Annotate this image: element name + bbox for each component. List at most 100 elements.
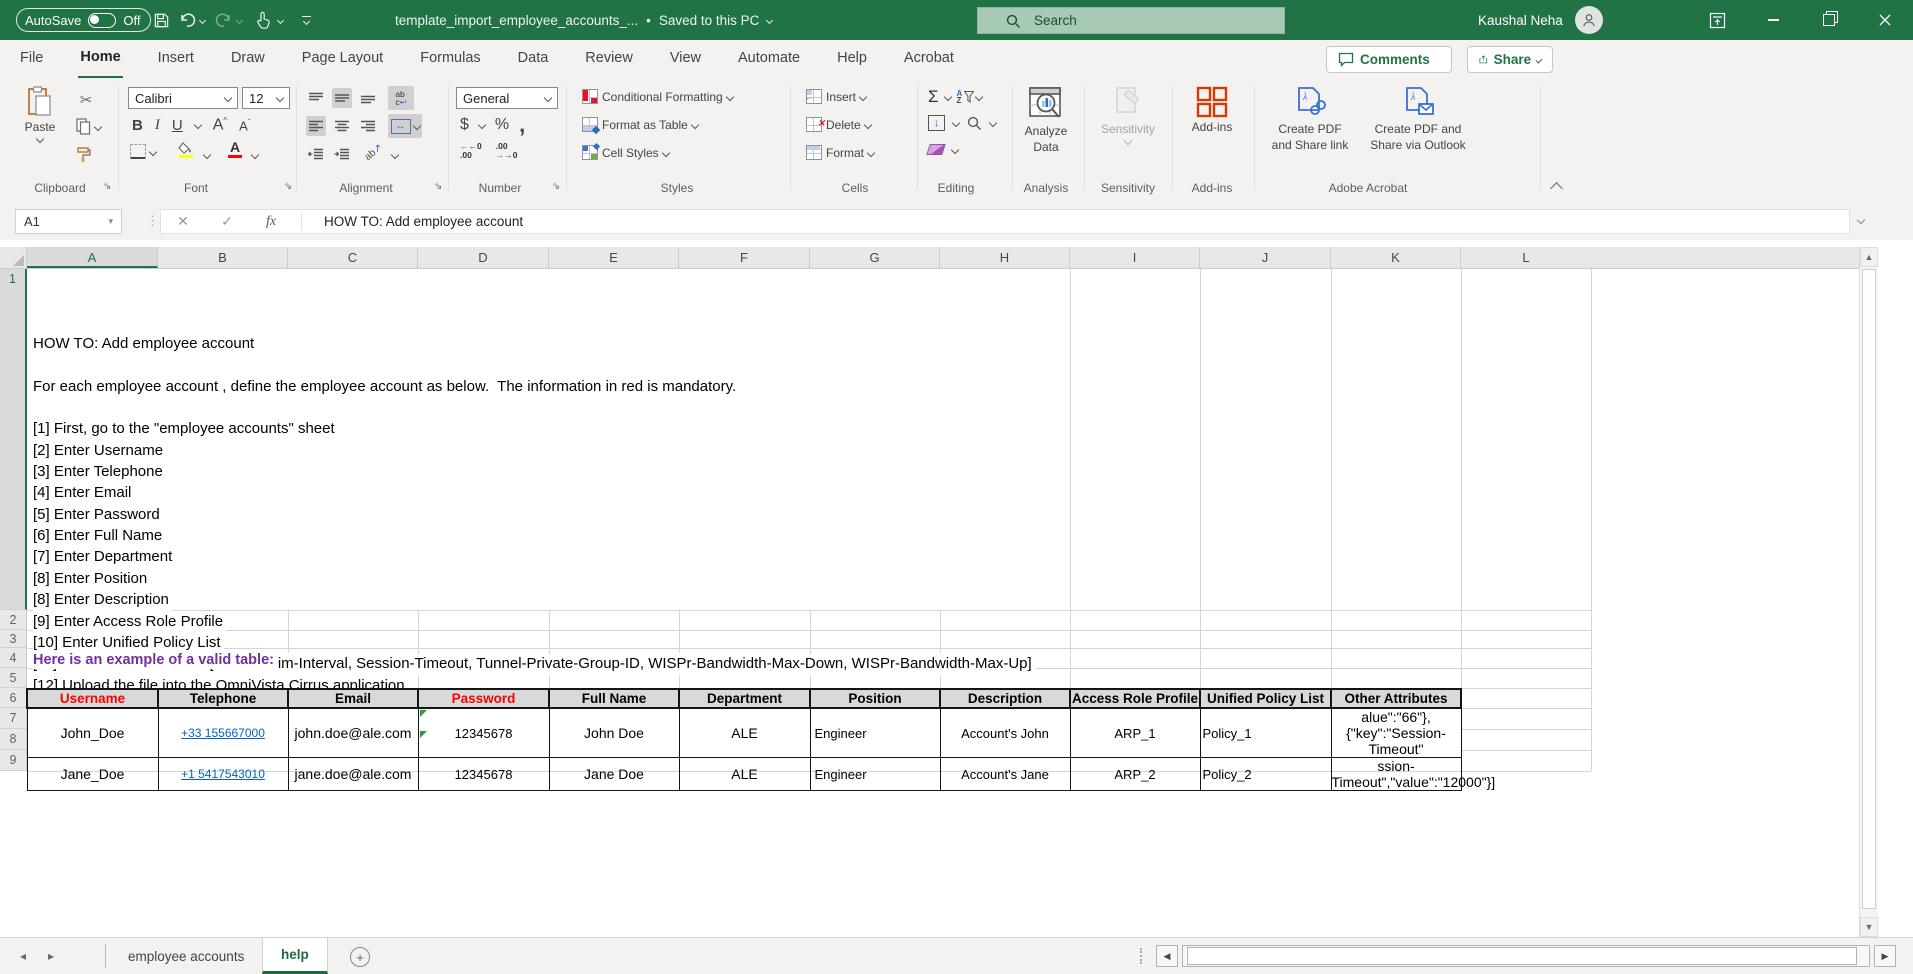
- row-header-1[interactable]: 1: [0, 269, 27, 610]
- cell-styles-dropdown-icon[interactable]: [661, 148, 669, 156]
- save-button[interactable]: [148, 7, 174, 33]
- paste-dropdown-icon[interactable]: [36, 135, 44, 143]
- row-header-6[interactable]: 6: [0, 688, 27, 708]
- table-cell[interactable]: ARP_1: [1070, 708, 1200, 758]
- increase-indent-button[interactable]: [332, 144, 352, 164]
- comma-style-button[interactable]: ,: [519, 120, 525, 130]
- create-pdf-share-link-button[interactable]: λ Create PDF and Share link: [1262, 86, 1358, 152]
- format-dropdown-icon[interactable]: [867, 148, 875, 156]
- italic-button[interactable]: I: [155, 117, 160, 134]
- scroll-down-button[interactable]: ▼: [1860, 917, 1878, 937]
- align-top-button[interactable]: [306, 88, 326, 108]
- touch-mouse-mode-icon[interactable]: [250, 7, 276, 33]
- table-cell[interactable]: alue":"66"},{"key":"Session-Timeout": [1331, 708, 1461, 758]
- minimize-button[interactable]: [1745, 0, 1801, 40]
- table-header-cell[interactable]: Password: [418, 689, 549, 708]
- name-box[interactable]: A1 ▾: [15, 209, 122, 234]
- save-status-dropdown-icon[interactable]: [766, 16, 773, 23]
- format-as-table-button[interactable]: Format as Table: [582, 117, 698, 132]
- cell-styles-button[interactable]: Cell Styles: [582, 145, 669, 160]
- orientation-button[interactable]: ab↗: [362, 142, 386, 162]
- scroll-up-button[interactable]: ▲: [1860, 247, 1878, 267]
- row-header-7[interactable]: 7: [0, 708, 27, 729]
- autosum-button[interactable]: Σ: [928, 87, 939, 107]
- conditional-formatting-dropdown-icon[interactable]: [725, 92, 733, 100]
- format-painter-button[interactable]: [76, 146, 92, 162]
- font-color-button[interactable]: A: [228, 141, 242, 158]
- sheet-next-button[interactable]: ▸: [48, 938, 54, 974]
- paste-button[interactable]: Paste: [14, 86, 66, 142]
- table-cell[interactable]: ALE: [679, 758, 810, 791]
- row-header-8[interactable]: 8: [0, 729, 27, 750]
- table-cell[interactable]: jane.doe@ale.com: [288, 758, 418, 791]
- tab-insert[interactable]: Insert: [156, 41, 196, 77]
- fill-color-button[interactable]: [178, 142, 194, 158]
- font-color-dropdown-icon[interactable]: [251, 151, 259, 159]
- decrease-indent-button[interactable]: [306, 144, 326, 164]
- new-sheet-button[interactable]: +: [350, 947, 370, 967]
- table-header-cell[interactable]: Access Role Profile: [1070, 689, 1200, 708]
- tab-data[interactable]: Data: [516, 41, 551, 77]
- restore-button[interactable]: [1801, 0, 1857, 40]
- name-box-dropdown-icon[interactable]: ▾: [108, 216, 113, 227]
- number-format-select[interactable]: General: [456, 87, 558, 109]
- wrap-text-button[interactable]: abc↩: [388, 86, 414, 110]
- share-button[interactable]: Share: [1467, 46, 1553, 73]
- table-cell[interactable]: Policy_2: [1200, 758, 1331, 791]
- table-header-cell[interactable]: Username: [27, 689, 158, 708]
- table-cell[interactable]: +33 155667000: [158, 708, 288, 758]
- accounting-dropdown-icon[interactable]: [478, 121, 486, 129]
- cell-a4-note[interactable]: Here is an example of a valid table:: [33, 651, 278, 669]
- create-pdf-share-outlook-button[interactable]: λ Create PDF and Share via Outlook: [1362, 86, 1474, 152]
- search-input[interactable]: Search: [977, 7, 1285, 34]
- confirm-entry-button[interactable]: ✓: [205, 213, 249, 230]
- horizontal-scrollbar[interactable]: [1182, 945, 1870, 967]
- increase-font-button[interactable]: A^: [213, 116, 227, 134]
- share-dropdown-icon[interactable]: [1536, 56, 1543, 63]
- clear-dropdown-icon[interactable]: [951, 145, 959, 153]
- column-header-c[interactable]: C: [288, 247, 418, 268]
- tab-view[interactable]: View: [668, 41, 703, 77]
- comments-button[interactable]: Comments: [1326, 46, 1452, 73]
- table-header-cell[interactable]: Other Attributes: [1331, 689, 1461, 708]
- align-center-button[interactable]: [332, 116, 352, 136]
- sheet-tab-help[interactable]: help: [262, 938, 328, 974]
- table-cell[interactable]: Jane_Doe: [27, 758, 158, 791]
- table-cell[interactable]: Jane Doe: [549, 758, 679, 791]
- row-header-4[interactable]: 4: [0, 648, 27, 668]
- undo-dropdown-icon[interactable]: [199, 16, 206, 23]
- scrollbar-resize-handle[interactable]: [1140, 948, 1146, 964]
- row-header-2[interactable]: 2: [0, 610, 27, 630]
- tab-file[interactable]: File: [18, 41, 45, 77]
- column-header-j[interactable]: J: [1200, 247, 1331, 268]
- insert-function-button[interactable]: fx: [249, 214, 293, 230]
- fill-button[interactable]: ↓: [928, 115, 945, 131]
- fill-dropdown-icon[interactable]: [952, 119, 960, 127]
- increase-decimal-button[interactable]: ←←0.00: [460, 142, 482, 160]
- column-header-h[interactable]: H: [940, 247, 1070, 268]
- merge-center-button[interactable]: ↔: [388, 114, 422, 138]
- table-cell[interactable]: 12345678: [418, 758, 549, 791]
- collapse-ribbon-button[interactable]: [1550, 182, 1563, 195]
- vertical-scrollbar[interactable]: ▲ ▼: [1859, 247, 1878, 937]
- table-cell[interactable]: Engineer: [810, 758, 940, 791]
- avatar[interactable]: [1575, 6, 1603, 34]
- column-header-f[interactable]: F: [679, 247, 810, 268]
- tab-help[interactable]: Help: [835, 41, 869, 77]
- cut-button[interactable]: ✂: [76, 90, 96, 110]
- formula-input-zone[interactable]: ✕ ✓ fx HOW TO: Add employee account: [160, 209, 1850, 234]
- column-header-i[interactable]: I: [1070, 247, 1200, 268]
- table-header-cell[interactable]: Full Name: [549, 689, 679, 708]
- clear-button[interactable]: [926, 144, 946, 155]
- tab-acrobat[interactable]: Acrobat: [902, 41, 956, 77]
- align-left-button[interactable]: [306, 116, 326, 136]
- redo-dropdown-icon[interactable]: [236, 16, 243, 23]
- tab-draw[interactable]: Draw: [229, 41, 267, 77]
- underline-button[interactable]: U: [172, 117, 183, 134]
- font-dialog-launcher[interactable]: ⇘: [284, 181, 296, 193]
- accounting-format-button[interactable]: $: [460, 116, 469, 134]
- column-header-e[interactable]: E: [549, 247, 679, 268]
- copy-button[interactable]: [76, 118, 101, 135]
- redo-button[interactable]: [211, 7, 237, 33]
- align-middle-button[interactable]: [332, 88, 352, 108]
